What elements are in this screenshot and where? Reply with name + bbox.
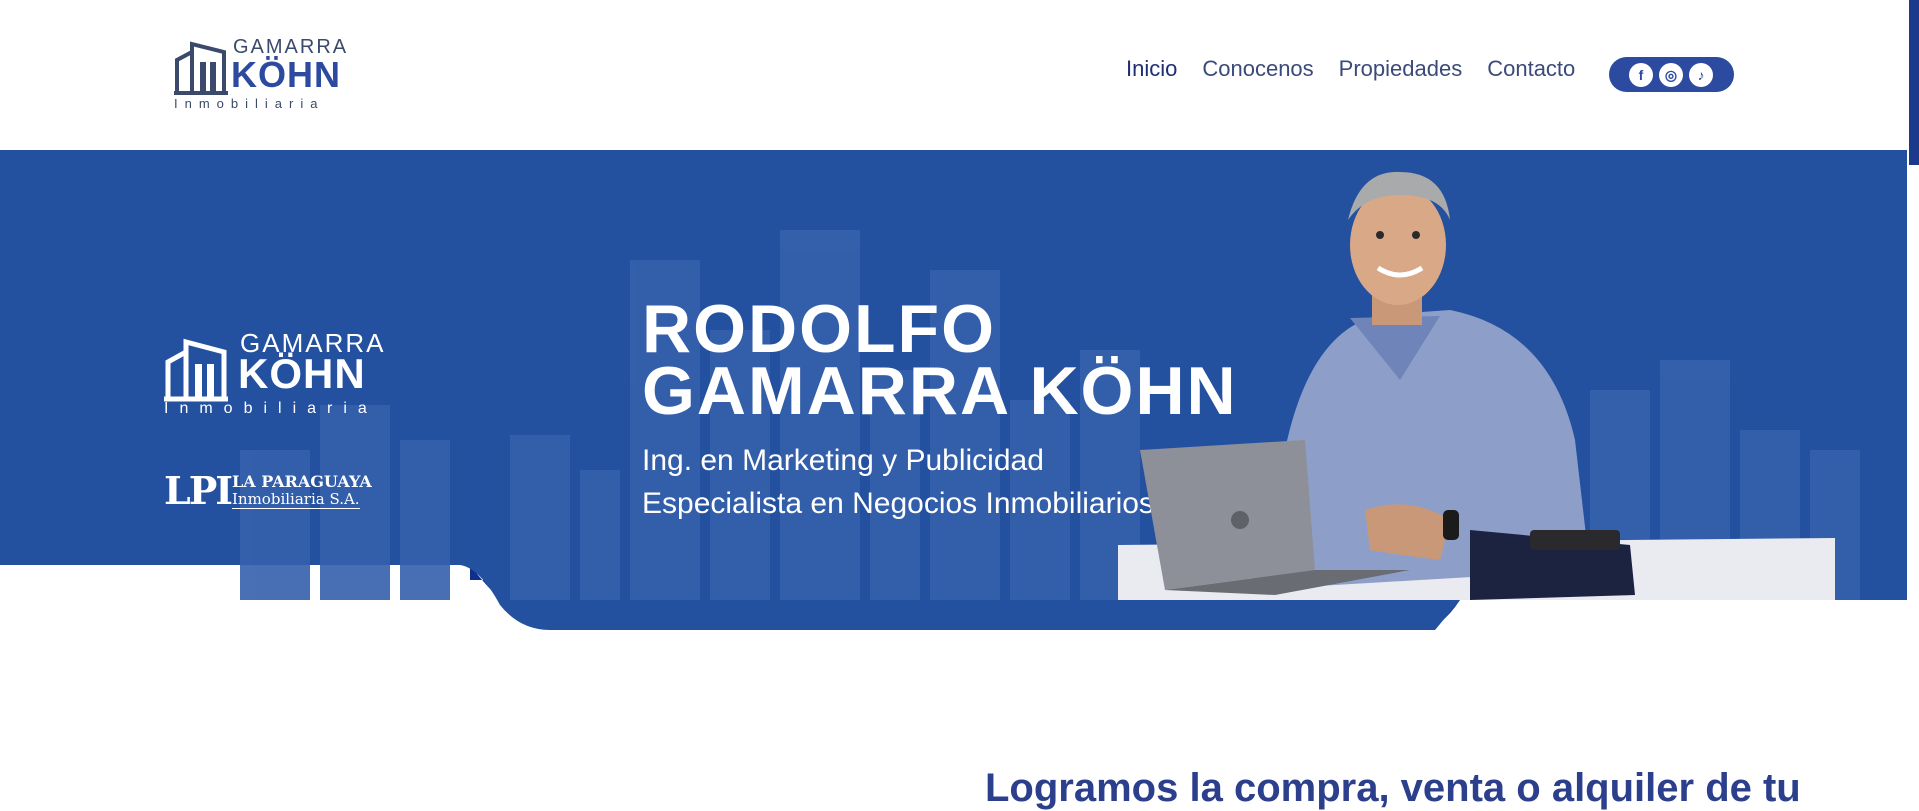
section-heading: Logramos la compra, venta o alquiler de …	[985, 766, 1801, 810]
logo-line2: KÖHN	[231, 54, 341, 95]
building-logo-icon	[174, 41, 228, 95]
scrollbar-thumb[interactable]	[1909, 0, 1919, 165]
hero-subtitle-line1: Ing. en Marketing y Publicidad	[642, 444, 1044, 477]
tiktok-icon[interactable]: ♪	[1689, 63, 1713, 87]
nav-link-conocenos[interactable]: Conocenos	[1202, 56, 1313, 82]
hero-subtitle-line2: Especialista en Negocios Inmobiliarios	[642, 487, 1154, 520]
site-header: GAMARRA KÖHN Inmobiliaria Inicio Conocen…	[0, 0, 1907, 150]
nav-link-contacto[interactable]: Contacto	[1487, 56, 1575, 82]
logo-line3: Inmobiliaria	[174, 96, 325, 111]
nav-link-inicio[interactable]: Inicio	[1126, 56, 1177, 82]
header-logo[interactable]: GAMARRA KÖHN Inmobiliaria	[170, 34, 350, 114]
partner-subname: Inmobiliaria S.A.	[232, 490, 360, 509]
main-nav: Inicio Conocenos Propiedades Contacto	[1126, 56, 1575, 82]
hero-logo: GAMARRA KÖHN Inmobiliaria	[164, 328, 384, 420]
hero-logo-line3: Inmobiliaria	[164, 400, 378, 417]
partner-logo-mark: LPI	[164, 468, 233, 513]
social-links: f ◎ ♪	[1609, 57, 1734, 92]
person-photo	[1140, 171, 1635, 600]
instagram-icon[interactable]: ◎	[1659, 63, 1683, 87]
page-scrollbar[interactable]	[1907, 0, 1919, 793]
hero-banner: GAMARRA KÖHN Inmobiliaria LPI LA PARAGUA…	[0, 150, 1907, 630]
partner-name: LA PARAGUAYA	[232, 472, 372, 491]
facebook-icon[interactable]: f	[1629, 63, 1653, 87]
partner-logo: LPI LA PARAGUAYA Inmobiliaria S.A.	[164, 468, 374, 513]
hero-logo-line2: KÖHN	[238, 350, 366, 397]
nav-link-propiedades[interactable]: Propiedades	[1339, 56, 1463, 82]
building-logo-icon	[164, 338, 228, 402]
